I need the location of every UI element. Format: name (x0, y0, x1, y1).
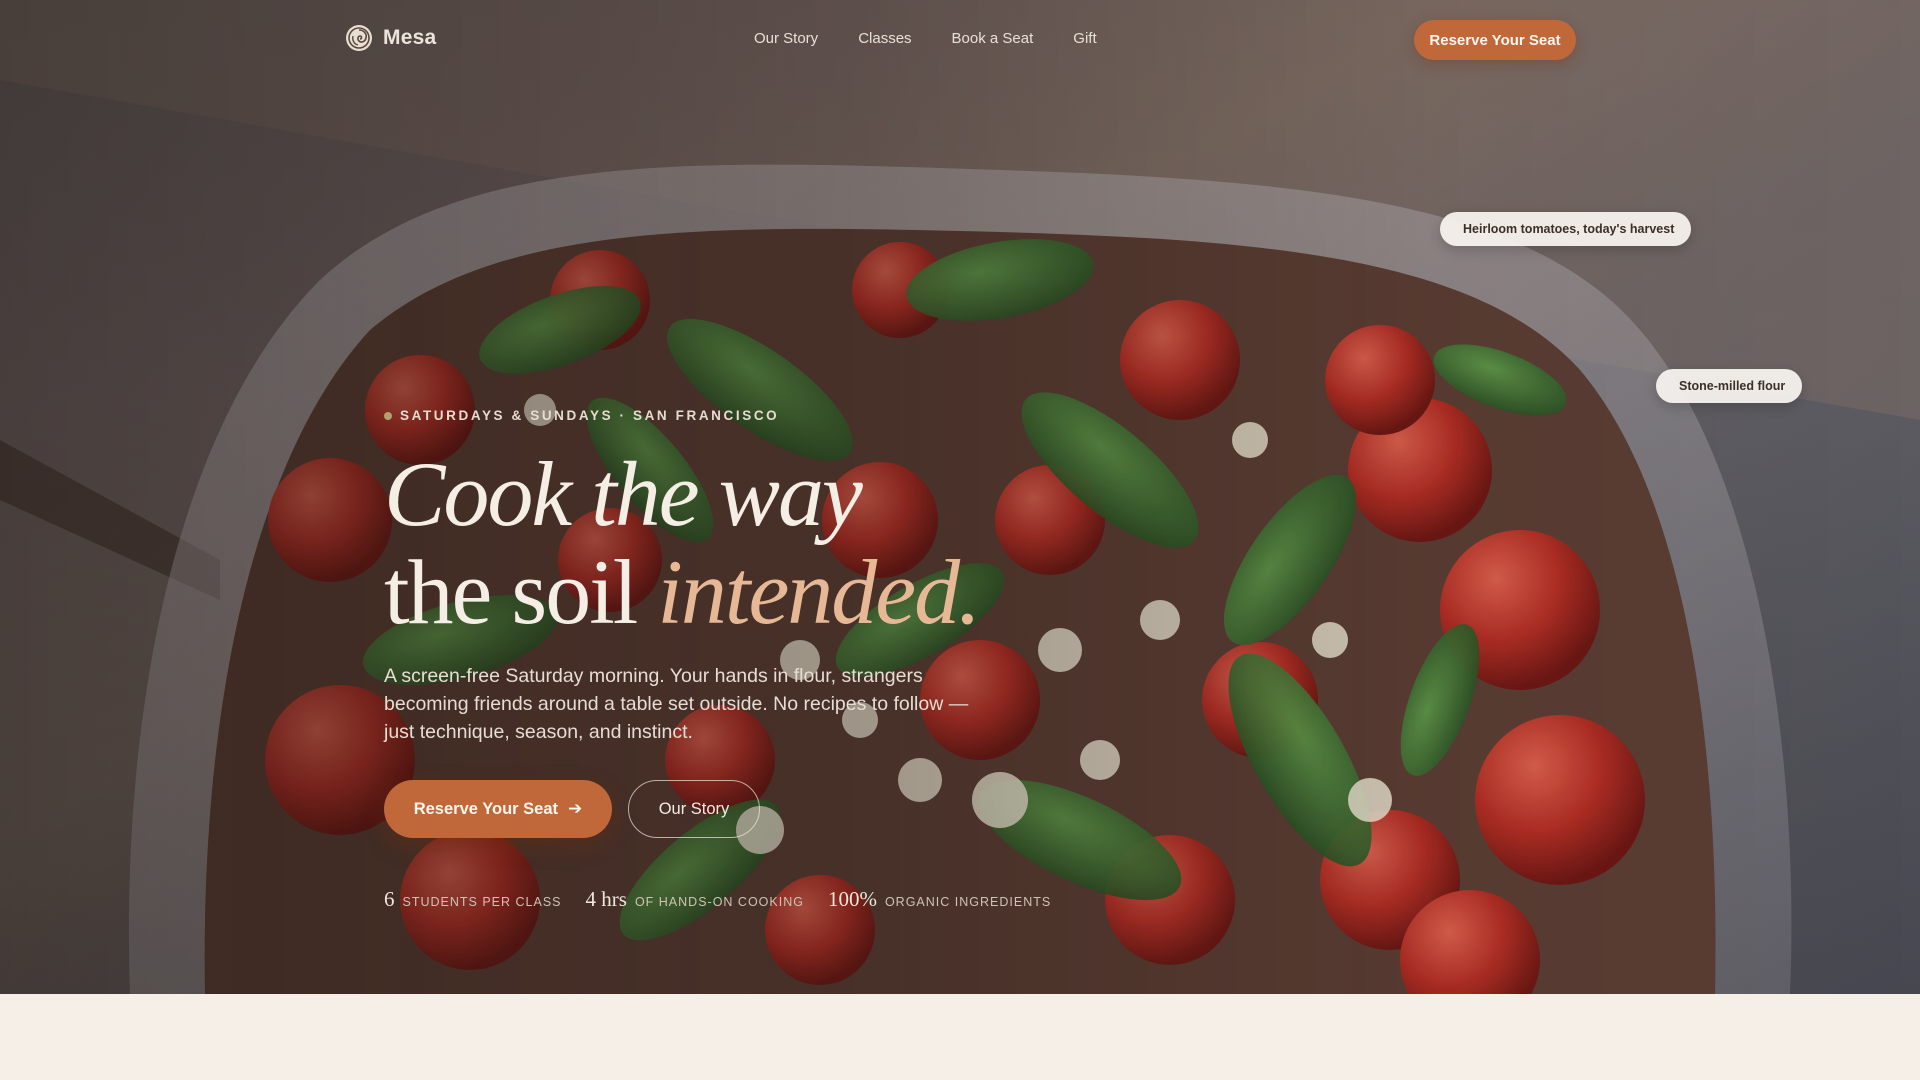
hero-our-story-button[interactable]: Our Story (628, 780, 760, 838)
stat-value: 6 (384, 887, 395, 911)
headline-line-2: the soil intended. (384, 541, 981, 643)
nav-link-classes[interactable]: Classes (858, 30, 911, 47)
eyebrow-dot-icon (384, 411, 392, 420)
hero-description: A screen-free Saturday morning. Your han… (384, 665, 969, 743)
stat-hours: 4 hrs OF HANDS-ON COOKING (586, 887, 804, 912)
stat-value: 4 hrs (585, 887, 627, 911)
hero-eyebrow: SATURDAYS & SUNDAYS · SAN FRANCISCO (384, 408, 779, 423)
stat-organic: 100% ORGANIC INGREDIENTS (828, 887, 1051, 912)
eyebrow-text: SATURDAYS & SUNDAYS · SAN FRANCISCO (400, 408, 780, 423)
spiral-logo-icon (346, 25, 372, 51)
next-section (0, 994, 1920, 1080)
hero-headline: Cook the way the soil intended. (384, 443, 981, 643)
floating-tag-stone-milled-flour: Stone-milled flour (1656, 369, 1803, 403)
headline-line-2-plain: the soil (384, 541, 658, 643)
brand-logo-link[interactable]: Mesa (345, 24, 436, 52)
nav-link-gift[interactable]: Gift (1073, 30, 1096, 47)
headline-line-1: Cook the way (384, 443, 863, 545)
nav-reserve-button[interactable]: Reserve Your Seat (1414, 20, 1576, 60)
stat-label: STUDENTS PER CLASS (402, 895, 562, 909)
headline-accent: intended. (657, 541, 981, 643)
arrow-right-icon: ➔ (568, 799, 583, 818)
nav-link-book-a-seat[interactable]: Book a Seat (952, 30, 1034, 47)
stat-label: ORGANIC INGREDIENTS (884, 895, 1052, 909)
top-nav: Mesa Our Story Classes Book a Seat Gift … (0, 0, 1920, 80)
brand-name: Mesa (383, 26, 437, 49)
hero-stats: 6 STUDENTS PER CLASS 4 hrs OF HANDS-ON C… (384, 887, 1051, 912)
floating-tag-heirloom-tomatoes: Heirloom tomatoes, today's harvest (1440, 212, 1692, 246)
hero-reserve-button[interactable]: Reserve Your Seat ➔ (384, 780, 612, 838)
nav-links: Our Story Classes Book a Seat Gift (754, 30, 1097, 47)
stat-value: 100% (827, 887, 877, 911)
stat-label: OF HANDS-ON COOKING (634, 895, 804, 909)
tag-text: Stone-milled flour (1679, 379, 1786, 393)
tag-text: Heirloom tomatoes, today's harvest (1463, 222, 1675, 236)
nav-link-our-story[interactable]: Our Story (754, 30, 818, 47)
hero-reserve-label: Reserve Your Seat (413, 799, 559, 818)
stat-students: 6 STUDENTS PER CLASS (384, 887, 562, 912)
